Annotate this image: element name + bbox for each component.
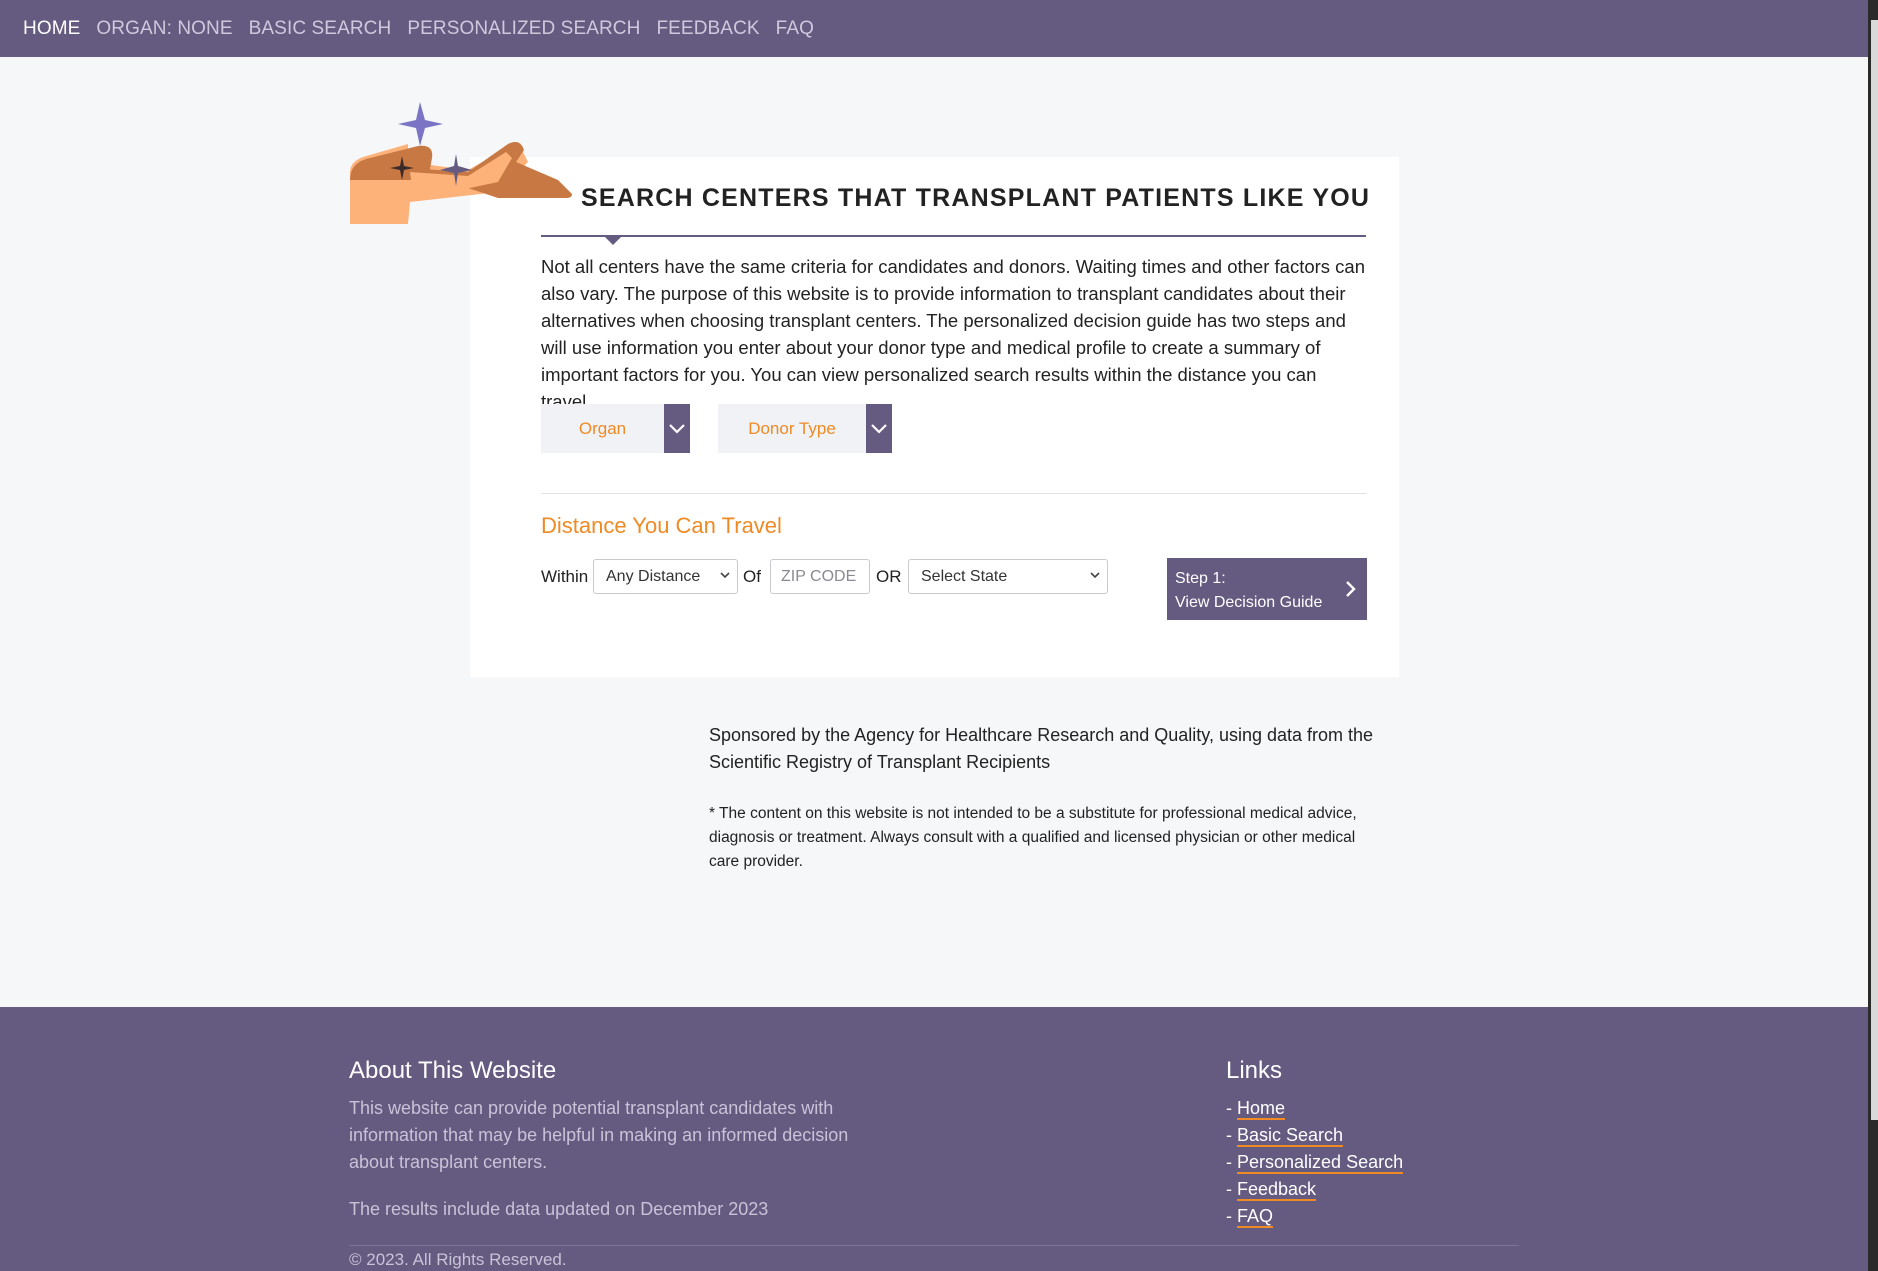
list-item: - FAQ (1226, 1206, 1274, 1228)
organ-dropdown[interactable]: Organ (541, 404, 690, 453)
chevron-right-icon (1346, 581, 1356, 597)
section-divider (541, 493, 1367, 494)
donor-type-dropdown-label: Donor Type (748, 418, 836, 438)
or-label: OR (876, 567, 902, 586)
state-select-value: Select State (921, 567, 1008, 585)
list-item: - Home (1226, 1098, 1286, 1120)
title-notch (604, 236, 622, 245)
disclaimer-text: * The content on this website is not int… (709, 805, 1357, 870)
nav-home[interactable]: HOME (23, 18, 80, 40)
step-action-label: View Decision Guide (1175, 594, 1323, 611)
chevron-down-icon[interactable] (664, 404, 690, 453)
window-edge-strip (1871, 20, 1878, 1120)
step-label: Step 1: (1175, 570, 1226, 587)
footer (0, 1007, 1868, 1271)
footer-link-feedback[interactable]: Feedback (1237, 1179, 1317, 1201)
state-select[interactable]: Select State (908, 559, 1108, 594)
page-title: SEARCH CENTERS THAT TRANSPLANT PATIENTS … (581, 184, 1371, 212)
footer-link-basic-search[interactable]: Basic Search (1237, 1125, 1344, 1147)
hand-illustration (350, 102, 572, 224)
chevron-down-icon (720, 572, 730, 579)
nav-organ[interactable]: ORGAN: NONE (96, 18, 232, 40)
footer-link-home[interactable]: Home (1237, 1098, 1286, 1120)
footer-links: - Home - Basic Search - Personalized Sea… (1226, 1095, 1404, 1230)
intro-text: Not all centers have the same criteria f… (541, 256, 1366, 412)
nav-faq[interactable]: FAQ (776, 18, 814, 40)
nav-basic-search[interactable]: BASIC SEARCH (249, 18, 392, 40)
links-title: Links (1226, 1057, 1283, 1084)
data-updated-text: The results include data updated on Dece… (349, 1199, 769, 1219)
sponsor-text: Sponsored by the Agency for Healthcare R… (709, 725, 1374, 772)
within-label: Within (541, 567, 589, 586)
title-rule (541, 235, 1366, 237)
about-text: This website can provide potential trans… (349, 1098, 849, 1172)
list-item: - Feedback (1226, 1179, 1317, 1201)
star-icon (398, 102, 443, 146)
distance-select[interactable]: Any Distance (593, 559, 738, 594)
distance-select-value: Any Distance (606, 567, 701, 585)
nav-personalized-search[interactable]: PERSONALIZED SEARCH (407, 18, 640, 40)
copyright: © 2023. All Rights Reserved. (349, 1250, 567, 1269)
list-item: - Personalized Search (1226, 1152, 1404, 1174)
distance-title: Distance You Can Travel (541, 513, 782, 538)
footer-link-personalized-search[interactable]: Personalized Search (1237, 1152, 1404, 1174)
organ-dropdown-label: Organ (578, 418, 627, 438)
footer-link-faq[interactable]: FAQ (1237, 1206, 1274, 1228)
footer-divider (349, 1245, 1519, 1246)
about-title: About This Website (349, 1057, 557, 1084)
nav-feedback[interactable]: FEEDBACK (656, 18, 759, 40)
top-nav: HOME ORGAN: NONE BASIC SEARCH PERSONALIZ… (0, 0, 1868, 57)
chevron-down-icon (1090, 572, 1100, 579)
chevron-down-icon[interactable] (866, 404, 892, 453)
of-label: Of (743, 567, 761, 586)
donor-type-dropdown[interactable]: Donor Type (718, 404, 892, 453)
view-decision-guide-button[interactable]: Step 1: View Decision Guide (1167, 558, 1367, 620)
zip-code-input[interactable] (770, 559, 870, 594)
list-item: - Basic Search (1226, 1125, 1344, 1147)
